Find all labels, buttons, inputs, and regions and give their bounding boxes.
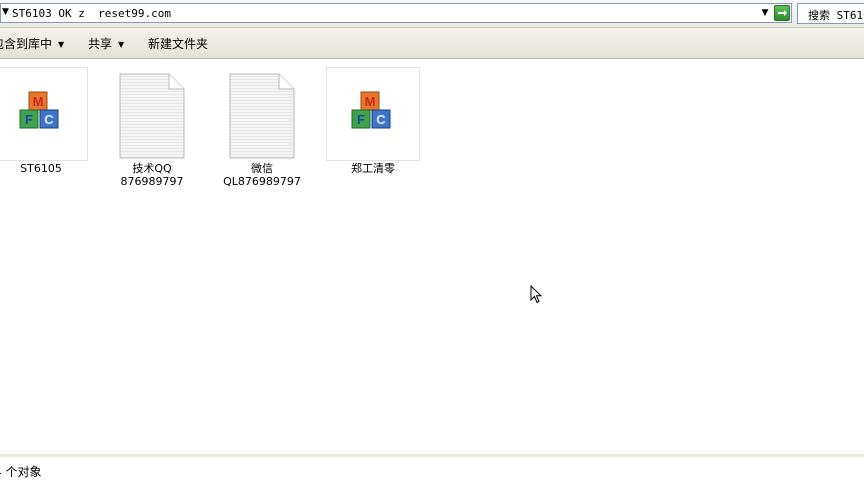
share-label: 共享 xyxy=(88,37,113,51)
svg-text:M: M xyxy=(365,94,376,109)
file-name-second-line: 876989797 xyxy=(120,175,184,188)
include-in-library-button[interactable]: 包含到库中 ▼ xyxy=(0,35,64,51)
file-name: 微信 xyxy=(251,162,273,175)
search-input[interactable]: 搜索 ST610 xyxy=(797,3,864,24)
chevron-down-icon: ▼ xyxy=(118,40,125,49)
svg-text:F: F xyxy=(25,112,33,127)
file-name: 技术QQ xyxy=(132,162,172,175)
item-count: 4 个对象 xyxy=(0,465,42,479)
search-placeholder: 搜索 ST610 xyxy=(808,9,864,22)
include-in-library-label: 包含到库中 xyxy=(0,37,53,51)
svg-text:M: M xyxy=(33,94,44,109)
file-name: 郑工清零 xyxy=(351,162,395,175)
text-file-icon[interactable] xyxy=(229,73,295,159)
mfc-blocks-icon: M F C xyxy=(351,91,391,129)
refresh-icon[interactable] xyxy=(774,5,790,21)
new-folder-button[interactable]: 新建文件夹 xyxy=(148,35,208,51)
file-list-view[interactable]: M F C ST6105 技术QQ 876989797 微信 QL8769897… xyxy=(0,59,864,453)
address-bar: ▼ ST6103 OK z reset99.com ▼ 搜索 ST610 xyxy=(0,0,864,28)
share-button[interactable]: 共享 ▼ xyxy=(88,35,124,51)
file-thumbnail[interactable]: M F C xyxy=(326,67,420,161)
address-path[interactable]: ST6103 OK z reset99.com xyxy=(12,7,171,20)
chevron-down-icon: ▼ xyxy=(58,40,65,49)
address-field[interactable]: ▼ ST6103 OK z reset99.com ▼ xyxy=(0,3,792,23)
svg-text:C: C xyxy=(376,112,386,127)
status-bar: 4 个对象 xyxy=(0,454,864,486)
file-name-second-line: QL876989797 xyxy=(223,175,301,188)
breadcrumb-arrow-icon[interactable]: ▼ xyxy=(2,7,9,17)
svg-text:C: C xyxy=(44,112,54,127)
file-name: ST6105 xyxy=(20,162,62,175)
mfc-blocks-icon: M F C xyxy=(19,91,59,129)
svg-text:F: F xyxy=(357,112,365,127)
command-toolbar: 包含到库中 ▼ 共享 ▼ 新建文件夹 xyxy=(0,28,864,59)
text-file-icon[interactable] xyxy=(119,73,185,159)
file-thumbnail[interactable]: M F C xyxy=(0,67,88,161)
new-folder-label: 新建文件夹 xyxy=(148,37,209,51)
chevron-down-icon[interactable]: ▼ xyxy=(758,6,772,20)
mouse-pointer-icon xyxy=(530,285,542,304)
